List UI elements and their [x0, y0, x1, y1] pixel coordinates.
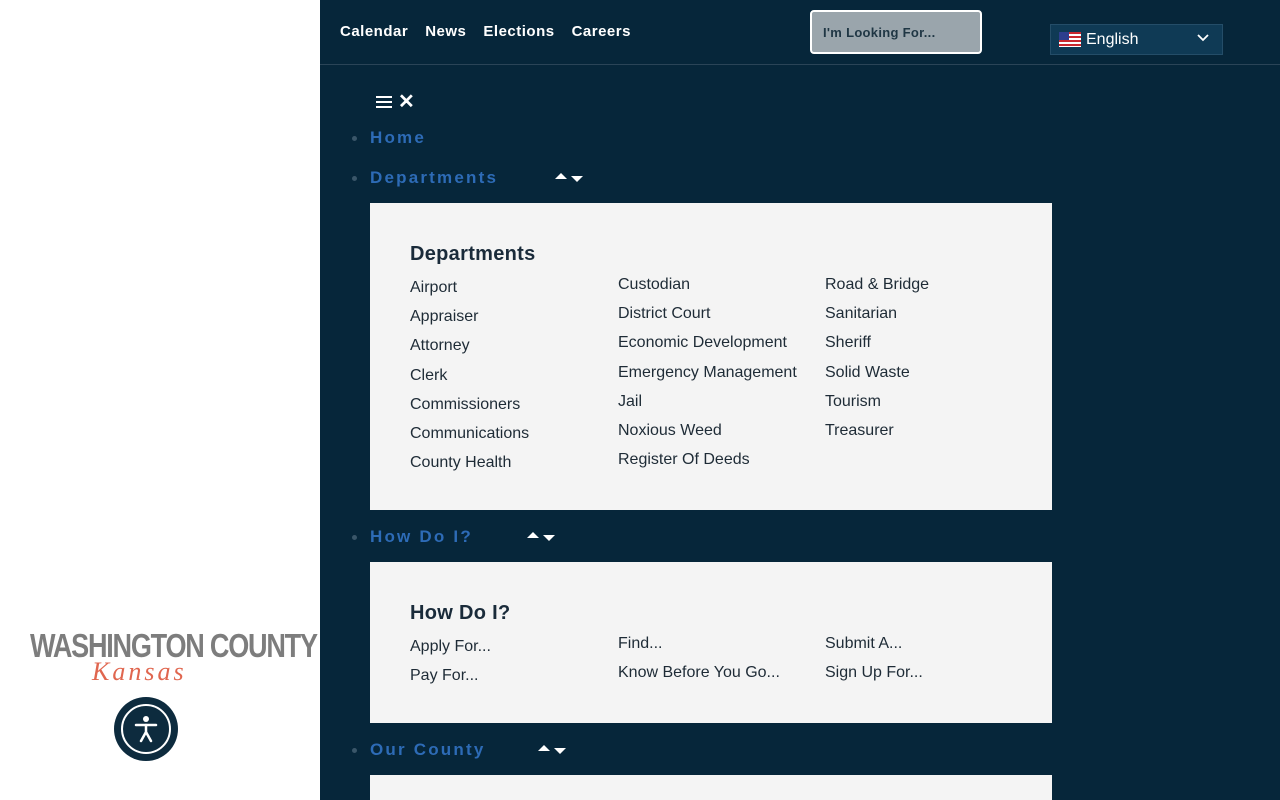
dept-link[interactable]: Custodian — [618, 275, 797, 304]
how-do-i-link[interactable]: Sign Up For... — [825, 663, 923, 692]
us-flag-icon — [1059, 32, 1081, 47]
caret-up-icon — [555, 173, 567, 179]
top-links: Calendar News Elections Careers — [340, 23, 631, 40]
dept-link[interactable]: Emergency Management — [618, 363, 797, 392]
how-do-i-column-3: Submit A... Sign Up For... — [825, 634, 923, 692]
caret-down-icon — [571, 176, 583, 182]
how-do-i-link[interactable]: Know Before You Go... — [618, 663, 780, 692]
county-logo[interactable]: WASHINGTON COUNTY Kansas — [30, 628, 318, 686]
nav-label-our-county[interactable]: Our County — [370, 740, 486, 760]
logo-subtitle: Kansas — [92, 657, 187, 686]
dept-link[interactable]: District Court — [618, 304, 797, 333]
departments-toggle-arrows[interactable] — [555, 173, 583, 182]
how-do-i-column-1: Apply For... Pay For... — [410, 637, 491, 695]
dept-link[interactable]: Treasurer — [825, 421, 929, 450]
dept-link[interactable]: Jail — [618, 392, 797, 421]
dept-link[interactable]: Clerk — [410, 366, 529, 395]
bullet-icon — [352, 747, 357, 753]
caret-down-icon — [554, 748, 566, 754]
how-do-i-link[interactable]: Apply For... — [410, 637, 491, 666]
news-link[interactable]: News — [425, 23, 466, 40]
top-bar: Calendar News Elections Careers I'm Look… — [320, 0, 1280, 65]
nav-item-departments[interactable]: Departments — [352, 168, 498, 188]
departments-column-2: Custodian District Court Economic Develo… — [618, 275, 797, 479]
nav-label-departments[interactable]: Departments — [370, 168, 498, 188]
bullet-icon — [352, 135, 357, 141]
search-input[interactable]: I'm Looking For... — [810, 10, 982, 54]
accessibility-button[interactable] — [114, 697, 178, 761]
nav-item-our-county[interactable]: Our County — [352, 740, 486, 760]
dept-link[interactable]: Communications — [410, 424, 529, 453]
accessibility-icon — [121, 704, 171, 754]
dept-link[interactable]: Attorney — [410, 336, 529, 365]
bullet-icon — [352, 534, 357, 540]
dept-link[interactable]: Noxious Weed — [618, 421, 797, 450]
our-county-toggle-arrows[interactable] — [538, 745, 566, 754]
chevron-down-icon — [1197, 34, 1209, 42]
how-do-i-column-2: Find... Know Before You Go... — [618, 634, 780, 692]
our-county-dropdown — [370, 775, 1052, 800]
left-column: WASHINGTON COUNTY Kansas — [0, 0, 320, 800]
departments-dropdown: Departments Airport Appraiser Attorney C… — [370, 203, 1052, 510]
how-do-i-link[interactable]: Pay For... — [410, 666, 491, 695]
how-do-i-link[interactable]: Find... — [618, 634, 780, 663]
dept-link[interactable]: Sheriff — [825, 333, 929, 362]
departments-column-3: Road & Bridge Sanitarian Sheriff Solid W… — [825, 275, 929, 450]
menu-toggle[interactable]: ✕ — [376, 92, 415, 112]
dept-link[interactable]: Economic Development — [618, 333, 797, 362]
nav-item-how-do-i[interactable]: How Do I? — [352, 527, 473, 547]
dept-link[interactable]: Airport — [410, 278, 529, 307]
nav-label-home[interactable]: Home — [370, 128, 426, 148]
caret-up-icon — [527, 532, 539, 538]
dept-link[interactable]: Sanitarian — [825, 304, 929, 333]
main-navigation-area: Calendar News Elections Careers I'm Look… — [320, 0, 1280, 800]
language-label: English — [1086, 30, 1139, 48]
nav-label-how-do-i[interactable]: How Do I? — [370, 527, 473, 547]
hamburger-icon — [376, 95, 392, 109]
departments-panel-title: Departments — [410, 243, 536, 265]
search-placeholder: I'm Looking For... — [823, 24, 936, 40]
dept-link[interactable]: Register Of Deeds — [618, 450, 797, 479]
how-do-i-toggle-arrows[interactable] — [527, 532, 555, 541]
how-do-i-dropdown: How Do I? Apply For... Pay For... Find..… — [370, 562, 1052, 723]
dept-link[interactable]: Appraiser — [410, 307, 529, 336]
language-select[interactable]: English — [1050, 24, 1223, 55]
calendar-link[interactable]: Calendar — [340, 23, 408, 40]
dept-link[interactable]: Road & Bridge — [825, 275, 929, 304]
how-do-i-link[interactable]: Submit A... — [825, 634, 923, 663]
how-do-i-panel-title: How Do I? — [410, 602, 511, 624]
close-icon[interactable]: ✕ — [398, 92, 415, 112]
careers-link[interactable]: Careers — [572, 23, 631, 40]
dept-link[interactable]: County Health — [410, 453, 529, 482]
caret-up-icon — [538, 745, 550, 751]
dept-link[interactable]: Tourism — [825, 392, 929, 421]
departments-column-1: Airport Appraiser Attorney Clerk Commiss… — [410, 278, 529, 482]
dept-link[interactable]: Solid Waste — [825, 363, 929, 392]
caret-down-icon — [543, 535, 555, 541]
nav-item-home[interactable]: Home — [352, 128, 426, 148]
elections-link[interactable]: Elections — [483, 23, 554, 40]
bullet-icon — [352, 175, 357, 181]
dept-link[interactable]: Commissioners — [410, 395, 529, 424]
